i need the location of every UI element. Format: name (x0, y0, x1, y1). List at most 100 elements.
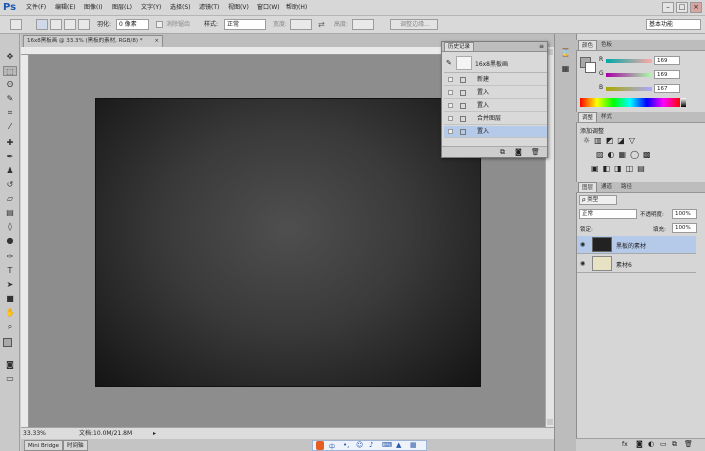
layer-row[interactable]: ◉ 素材6 (577, 255, 696, 273)
menu-window[interactable]: 窗口(W) (257, 3, 280, 13)
tab-paths[interactable]: 路径 (618, 182, 635, 192)
adjustment-icons-row-1[interactable]: ☼▥◩◪▽ (583, 136, 673, 146)
feather-input[interactable]: 0 像素 (116, 19, 149, 30)
new-group-icon[interactable]: ▭ (660, 440, 667, 448)
mini-bridge-tab[interactable]: Mini Bridge (24, 440, 63, 451)
new-snapshot-icon[interactable]: ◙ (515, 148, 522, 156)
eyedropper-tool-icon[interactable]: ⁄ (3, 122, 17, 132)
antialias-checkbox[interactable] (156, 21, 163, 28)
ime-voice-icon[interactable]: ♪ (369, 441, 373, 449)
properties-panel-icon[interactable]: ▦ (560, 64, 571, 74)
marquee-tool-preset-icon[interactable] (10, 19, 22, 30)
ime-skin-icon[interactable]: ▲ (396, 441, 401, 449)
rectangle-tool-icon[interactable]: ■ (3, 294, 17, 304)
delete-state-icon[interactable]: 🗑 (531, 148, 540, 156)
menu-select[interactable]: 选择(S) (170, 3, 191, 13)
intersect-selection-icon[interactable] (78, 19, 90, 30)
fill-input[interactable]: 100% (672, 223, 697, 233)
blend-mode-select[interactable]: 正常 (579, 209, 637, 219)
ime-menu-icon[interactable]: ▦ (410, 441, 417, 449)
menu-view[interactable]: 视图(V) (228, 3, 249, 13)
tab-channels[interactable]: 通道 (598, 182, 615, 192)
move-tool-icon[interactable]: ✥ (3, 52, 17, 62)
history-item[interactable]: 新建 (444, 74, 547, 86)
menu-layer[interactable]: 图层(L) (112, 3, 132, 13)
visibility-eye-icon[interactable]: ◉ (580, 241, 585, 248)
menu-type[interactable]: 文字(Y) (141, 3, 161, 13)
color-spectrum-bar[interactable] (580, 98, 680, 107)
subtract-selection-icon[interactable] (64, 19, 76, 30)
maximize-button[interactable]: □ (676, 2, 688, 13)
blue-value[interactable]: 167 (654, 84, 680, 93)
width-input[interactable] (290, 19, 312, 30)
history-brush-source-icon[interactable]: ✎ (446, 59, 452, 67)
tab-color[interactable]: 颜色 (578, 40, 598, 50)
gradient-tool-icon[interactable]: ▤ (3, 208, 17, 218)
crop-tool-icon[interactable]: ⌗ (3, 108, 17, 118)
quick-mask-icon[interactable]: ◙ (3, 360, 17, 370)
height-input[interactable] (352, 19, 374, 30)
lasso-tool-icon[interactable]: ʘ (3, 80, 17, 90)
close-tab-icon[interactable]: × (154, 36, 159, 47)
brush-tool-icon[interactable]: ✒ (3, 152, 17, 162)
new-layer-icon[interactable]: ⧉ (672, 440, 677, 449)
red-slider[interactable] (606, 59, 652, 63)
history-panel-icon[interactable]: ⌛ (560, 48, 571, 58)
screen-mode-icon[interactable]: ▭ (3, 374, 17, 384)
scroll-down-icon[interactable] (547, 419, 553, 425)
tab-styles[interactable]: 样式 (598, 112, 615, 122)
clone-stamp-icon[interactable]: ♟ (3, 166, 17, 176)
menu-help[interactable]: 帮助(H) (286, 3, 307, 13)
status-menu-arrow-icon[interactable]: ▸ (153, 428, 156, 439)
adjustment-icons-row-2[interactable]: ▨◐▦◯▩ (596, 150, 676, 160)
history-snapshot[interactable]: ✎ 16x8黑板画 (444, 54, 547, 73)
opacity-input[interactable]: 100% (672, 209, 697, 219)
layer-filter-select[interactable]: ρ 类型 (579, 195, 617, 205)
black-white-ramp[interactable] (681, 98, 686, 107)
tab-adjustments[interactable]: 调整 (578, 112, 598, 122)
menu-image[interactable]: 图像(I) (84, 3, 102, 13)
background-color-preview[interactable] (585, 62, 596, 73)
blur-tool-icon[interactable]: ◊ (3, 222, 17, 232)
dodge-tool-icon[interactable]: ● (3, 236, 17, 246)
menu-file[interactable]: 文件(F) (26, 3, 46, 13)
style-select[interactable]: 正常 (224, 19, 266, 30)
menu-edit[interactable]: 编辑(E) (55, 3, 75, 13)
layer-effects-icon[interactable]: fx (622, 441, 628, 448)
delete-layer-icon[interactable]: 🗑 (684, 440, 693, 448)
chalkboard-image[interactable] (96, 99, 480, 386)
marquee-tool-icon[interactable]: ⬚ (3, 66, 17, 76)
history-panel-title[interactable]: 历史记录 (444, 42, 475, 51)
type-tool-icon[interactable]: T (3, 266, 17, 276)
green-value[interactable]: 169 (654, 70, 680, 79)
close-button[interactable]: × (690, 2, 702, 13)
blue-slider[interactable] (606, 87, 652, 91)
quick-select-tool-icon[interactable]: ✎ (3, 94, 17, 104)
minimize-button[interactable]: – (662, 2, 674, 13)
swap-icon[interactable]: ⇄ (318, 20, 325, 30)
green-slider[interactable] (606, 73, 652, 77)
workspace-select[interactable]: 基本功能 (646, 19, 701, 30)
add-mask-icon[interactable]: ◙ (636, 440, 643, 448)
ime-logo-icon[interactable] (316, 441, 324, 450)
healing-brush-icon[interactable]: ✚ (3, 138, 17, 148)
visibility-eye-icon[interactable]: ◉ (580, 260, 585, 267)
panel-menu-icon[interactable]: ≡ (539, 42, 544, 51)
history-source-checkbox[interactable] (448, 90, 453, 95)
ime-punctuation-icon[interactable]: •, (343, 441, 349, 449)
history-brush-icon[interactable]: ↺ (3, 180, 17, 190)
adjustment-icons-row-3[interactable]: ▣◧◨◫▤ (591, 164, 671, 174)
history-item[interactable]: 置入 (444, 100, 547, 112)
refine-edge-button[interactable]: 调整边缘... (390, 19, 438, 30)
add-selection-icon[interactable] (50, 19, 62, 30)
ime-language-icon[interactable]: 中 (329, 442, 335, 451)
path-select-icon[interactable]: ➤ (3, 280, 17, 290)
tab-layers[interactable]: 图层 (578, 182, 598, 192)
history-item-selected[interactable]: 置入 (444, 126, 547, 138)
ime-keyboard-icon[interactable]: ⌨ (382, 441, 392, 449)
eraser-tool-icon[interactable]: ▱ (3, 194, 17, 204)
history-source-checkbox[interactable] (448, 116, 453, 121)
document-tab[interactable]: 16x8黑板画 @ 33.3% (黑板的素材, RGB/8) * × (23, 35, 163, 47)
history-source-checkbox[interactable] (448, 129, 453, 134)
layer-row-selected[interactable]: ◉ 黑板的素材 (577, 236, 696, 254)
